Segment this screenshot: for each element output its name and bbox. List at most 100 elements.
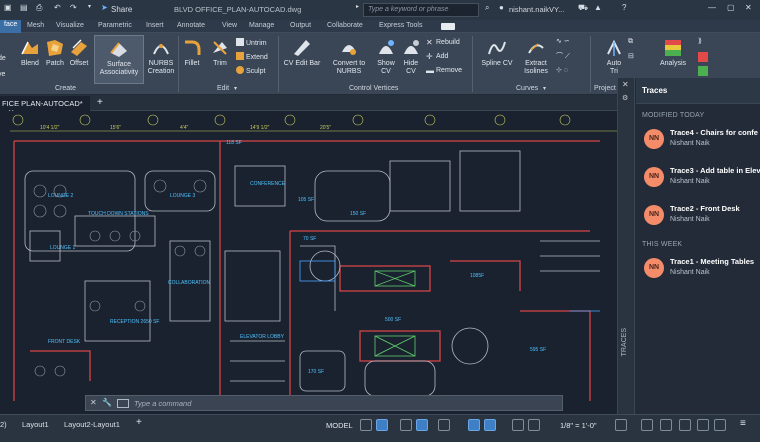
trace-item[interactable]: NN Trace1 - Meeting Tables Nishant Naik bbox=[636, 254, 760, 286]
qat-dropdown-icon[interactable]: ▾ bbox=[88, 3, 91, 10]
tab-visualize[interactable]: Visualize bbox=[56, 22, 84, 29]
isolate-objects-icon[interactable] bbox=[697, 419, 709, 431]
spline-cv-button[interactable]: Spline CV bbox=[476, 38, 518, 68]
close-icon[interactable]: ✕ bbox=[745, 3, 752, 12]
edit-panel-label[interactable]: Edit bbox=[217, 85, 229, 92]
autodesk-icon[interactable]: ▲ bbox=[594, 3, 602, 12]
command-history-icon[interactable] bbox=[117, 399, 129, 408]
trim-button[interactable]: Trim bbox=[208, 38, 232, 68]
search-icon[interactable]: ⌕ bbox=[485, 3, 489, 13]
tab-manage[interactable]: Manage bbox=[249, 22, 274, 29]
snap-icon[interactable] bbox=[376, 419, 388, 431]
tab-parametric[interactable]: Parametric bbox=[98, 22, 132, 29]
minimize-icon[interactable]: — bbox=[708, 3, 716, 12]
tab-surface[interactable]: face bbox=[0, 20, 22, 33]
curve-edit-icon[interactable]: ⌒ ⟋ bbox=[556, 52, 570, 62]
command-input[interactable]: Type a command bbox=[134, 399, 191, 408]
traces-palette-sidebar[interactable]: ✕ ⚙ TRACES bbox=[618, 78, 635, 414]
offset-button[interactable]: Offset bbox=[67, 38, 91, 68]
sculpt-button[interactable]: Sculpt bbox=[236, 66, 265, 76]
ortho-icon[interactable] bbox=[400, 419, 412, 431]
analysis-button[interactable]: Analysis bbox=[655, 38, 691, 68]
share-icon[interactable]: ➤ bbox=[101, 3, 108, 12]
help-icon[interactable]: ? bbox=[622, 3, 626, 12]
layout-tab-layout2[interactable]: Layout2-Layout1 bbox=[64, 420, 120, 429]
osnap-icon[interactable] bbox=[438, 419, 450, 431]
curve-point-icon[interactable]: ⊹ ◌ bbox=[556, 66, 568, 76]
save-icon[interactable]: ▤ bbox=[20, 3, 28, 12]
redo-icon[interactable]: ↷ bbox=[70, 3, 77, 12]
curves-panel-dropdown-icon[interactable]: ▾ bbox=[543, 85, 546, 92]
tab-annotate[interactable]: Annotate bbox=[177, 22, 205, 29]
cv-edit-bar-button[interactable]: CV Edit Bar bbox=[280, 38, 324, 68]
rebuild-button[interactable]: ✕ Rebuild bbox=[426, 38, 460, 48]
fillet-button[interactable]: Fillet bbox=[180, 38, 204, 68]
curves-panel-label[interactable]: Curves bbox=[516, 85, 538, 92]
blend-button[interactable]: Blend bbox=[18, 38, 42, 68]
trace-item[interactable]: NN Trace4 - Chairs for confe Nishant Nai… bbox=[636, 125, 760, 157]
clean-screen-icon[interactable] bbox=[714, 419, 726, 431]
nurbs-creation-button[interactable]: NURBS Creation bbox=[145, 38, 177, 76]
print-icon[interactable]: ⎙ bbox=[36, 3, 42, 13]
search-arrow-icon[interactable]: ▸ bbox=[356, 3, 359, 10]
undo-icon[interactable]: ↶ bbox=[54, 3, 61, 12]
grid-icon[interactable] bbox=[360, 419, 372, 431]
analysis-curvature-icon[interactable] bbox=[698, 66, 708, 76]
trace-item[interactable]: NN Trace3 - Add table in Elev Nishant Na… bbox=[636, 163, 760, 195]
new-tab-icon[interactable]: + bbox=[97, 97, 103, 108]
cart-icon[interactable]: ⛟ bbox=[578, 3, 588, 13]
polar-icon[interactable] bbox=[416, 419, 428, 431]
otrack-icon[interactable] bbox=[468, 419, 480, 431]
panel-toggle-icon[interactable] bbox=[441, 23, 455, 30]
edit-panel-dropdown-icon[interactable]: ▾ bbox=[234, 85, 237, 92]
tab-insert[interactable]: Insert bbox=[146, 22, 164, 29]
hide-cv-button[interactable]: Hide CV bbox=[399, 38, 423, 76]
auto-scale-icon[interactable] bbox=[528, 419, 540, 431]
lineweight-icon[interactable] bbox=[484, 419, 496, 431]
annotation-scale[interactable]: 1/8" = 1'-0" bbox=[560, 421, 597, 430]
convert-to-nurbs-button[interactable]: Convert to NURBS bbox=[328, 38, 370, 76]
palette-close-icon[interactable]: ✕ bbox=[622, 80, 629, 89]
layout-tab-partial[interactable]: 2) bbox=[0, 420, 7, 429]
file-tab[interactable]: FICE PLAN-AUTOCAD* ✕ bbox=[0, 96, 90, 117]
folder-icon[interactable]: ▣ bbox=[4, 3, 12, 12]
project-panel-label[interactable]: Project bbox=[594, 85, 616, 92]
add-layout-icon[interactable]: + bbox=[136, 417, 142, 428]
command-settings-icon[interactable]: 🔧 bbox=[102, 398, 112, 407]
tab-collaborate[interactable]: Collaborate bbox=[327, 22, 363, 29]
annotation-visibility-icon[interactable] bbox=[512, 419, 524, 431]
project-icon[interactable]: ⧉ bbox=[628, 37, 633, 47]
palette-settings-icon[interactable]: ⚙ bbox=[622, 94, 628, 102]
create-panel-label[interactable]: Create bbox=[55, 85, 76, 92]
trace-item[interactable]: NN Trace2 - Front Desk Nishant Naik bbox=[636, 201, 760, 233]
annotation-monitor-icon[interactable] bbox=[641, 419, 653, 431]
command-line[interactable]: ✕ 🔧 Type a command bbox=[85, 395, 563, 411]
curve-tool-icon[interactable]: ∿ ∽ bbox=[556, 37, 570, 47]
command-close-icon[interactable]: ✕ bbox=[90, 398, 97, 407]
workspace-gear-icon[interactable] bbox=[615, 419, 627, 431]
auto-trim-button[interactable]: Auto Tri bbox=[602, 38, 626, 76]
drawing-canvas[interactable]: 10'4 1/2" 15'6" 4'4" 14'9 1/2" 20'5" LOU… bbox=[0, 111, 640, 414]
tab-mesh[interactable]: Mesh bbox=[27, 22, 44, 29]
tab-output[interactable]: Output bbox=[290, 22, 311, 29]
remove-cv-button[interactable]: ▬ Remove bbox=[426, 66, 462, 76]
search-input[interactable]: Type a keyword or phrase bbox=[363, 3, 479, 17]
tab-express-tools[interactable]: Express Tools bbox=[379, 22, 422, 29]
customization-menu-icon[interactable]: ≡ bbox=[740, 418, 746, 429]
analysis-zebra-icon[interactable] bbox=[698, 52, 708, 62]
layout-tab-layout1[interactable]: Layout1 bbox=[22, 420, 49, 429]
ribbon-more-icon[interactable]: ⟫ bbox=[698, 37, 702, 47]
surface-associativity-button[interactable]: Surface Associativity bbox=[94, 35, 144, 84]
tab-view[interactable]: View bbox=[222, 22, 237, 29]
add-cv-button[interactable]: ✛ Add bbox=[426, 52, 448, 62]
user-name[interactable]: nishant.naikVY... bbox=[509, 5, 564, 14]
model-space-button[interactable]: MODEL bbox=[326, 421, 353, 430]
units-icon[interactable] bbox=[660, 419, 672, 431]
untrim-button[interactable]: Untrim bbox=[236, 38, 267, 48]
patch-button[interactable]: Patch bbox=[43, 38, 67, 68]
project-ucs-icon[interactable]: ⊟ bbox=[628, 52, 634, 62]
hardware-acceleration-icon[interactable] bbox=[679, 419, 691, 431]
share-label[interactable]: Share bbox=[111, 5, 132, 14]
extract-isolines-button[interactable]: Extract Isolines bbox=[520, 38, 552, 76]
user-icon[interactable]: ● bbox=[499, 3, 504, 12]
